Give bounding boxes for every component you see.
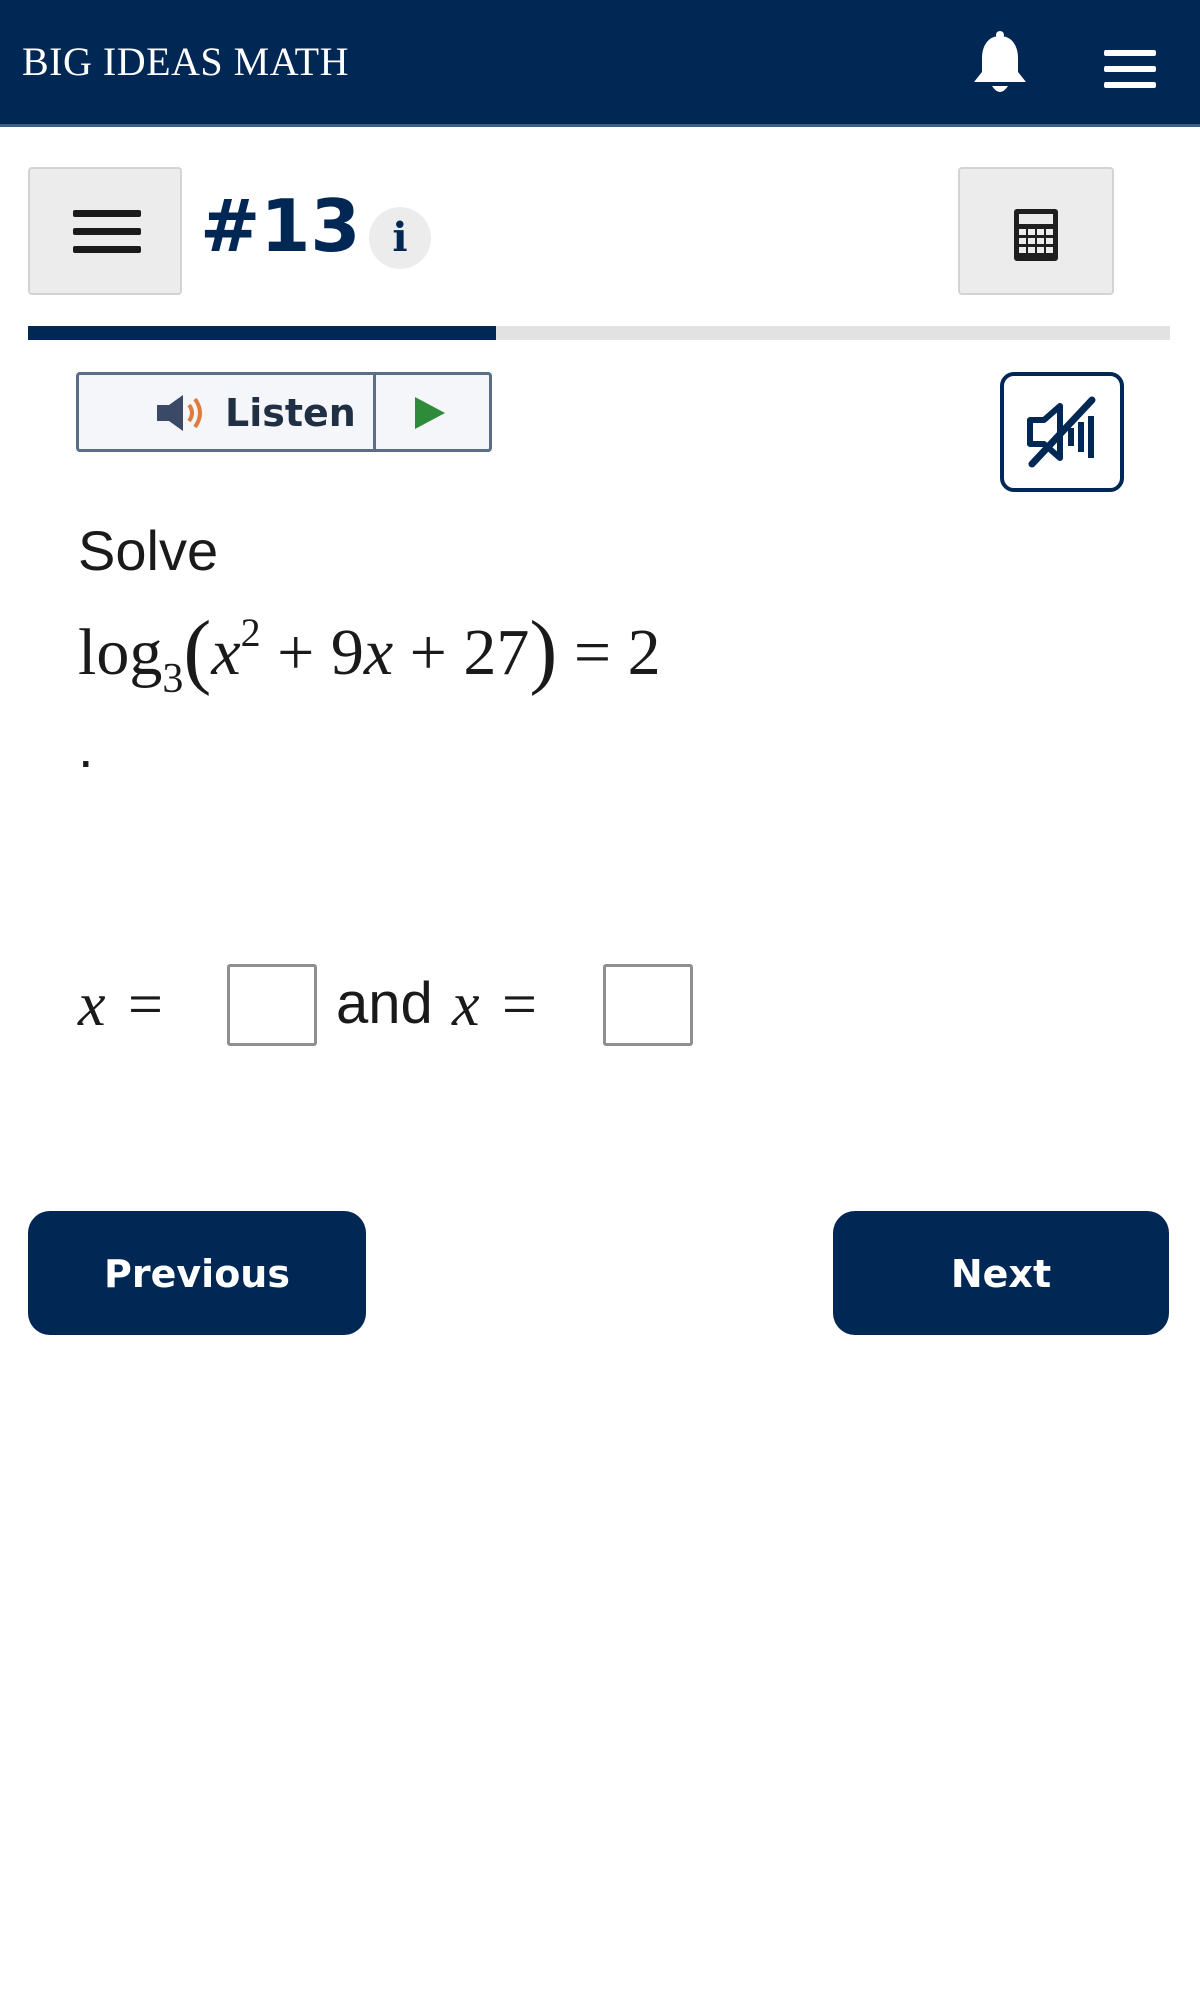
equation-variable: x: [211, 616, 241, 689]
problem-prompt: Solve: [78, 519, 219, 582]
speaker-icon: [157, 395, 202, 431]
progress-bar: [28, 326, 1170, 340]
listen-label: Listen: [225, 391, 356, 435]
answer-variable: x: [452, 971, 480, 1039]
answer-input-1[interactable]: [227, 964, 317, 1046]
top-app-bar: BIG IDEAS MATH: [0, 0, 1200, 127]
problem-period: .: [78, 716, 94, 779]
brand-logo[interactable]: BIG IDEAS MATH: [22, 38, 349, 85]
hamburger-menu-icon: [73, 210, 141, 253]
equation-term: + 9: [260, 616, 364, 689]
listen-control: Listen: [76, 372, 492, 452]
answer-input-2[interactable]: [603, 964, 693, 1046]
next-button[interactable]: Next: [833, 1211, 1169, 1335]
question-number: #13: [200, 184, 361, 268]
progress-fill: [28, 326, 497, 340]
mute-toggle-button[interactable]: [1000, 372, 1124, 492]
previous-button[interactable]: Previous: [28, 1211, 366, 1335]
equation-variable: x: [363, 616, 394, 689]
answer-equals: =: [502, 971, 537, 1039]
calculator-button[interactable]: [958, 167, 1114, 295]
equation-rhs: = 2: [557, 616, 661, 689]
answer-conjunction: and: [336, 971, 433, 1036]
log-function: log: [78, 616, 163, 689]
bell-icon[interactable]: [968, 30, 1032, 100]
hamburger-menu-icon[interactable]: [1104, 48, 1156, 90]
play-icon[interactable]: [413, 395, 447, 431]
listen-button[interactable]: Listen: [79, 375, 373, 449]
listen-divider: [373, 375, 376, 449]
answer-equals: =: [128, 971, 163, 1039]
calculator-icon: [1014, 209, 1058, 261]
open-paren: (: [183, 604, 212, 697]
close-paren: ): [529, 604, 558, 697]
answer-variable: x: [78, 971, 106, 1039]
question-list-button[interactable]: [28, 167, 182, 295]
answer-row: x = and x =: [0, 960, 1200, 1060]
equation-exponent: 2: [240, 610, 261, 655]
problem-equation: log3(x2 + 9x + 27) = 2: [78, 598, 661, 703]
log-base: 3: [162, 656, 184, 702]
info-icon[interactable]: i: [369, 207, 431, 269]
speaker-muted-icon: [1027, 396, 1096, 468]
equation-term: + 27: [393, 616, 530, 689]
